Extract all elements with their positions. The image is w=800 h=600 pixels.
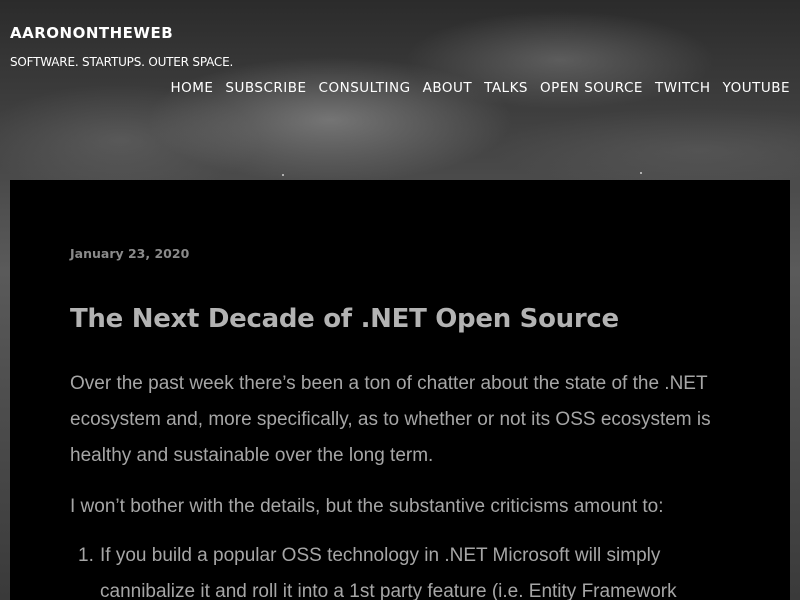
main-nav: HOME SUBSCRIBE CONSULTING ABOUT TALKS OP…	[170, 80, 790, 96]
criticisms-list: 1. If you build a popular OSS technology…	[70, 538, 730, 600]
post-paragraph: Over the past week there’s been a ton of…	[70, 373, 711, 466]
nav-consulting[interactable]: CONSULTING	[319, 80, 411, 96]
nav-about[interactable]: ABOUT	[423, 80, 473, 96]
list-item-number: 1.	[78, 545, 94, 566]
nav-home[interactable]: HOME	[170, 80, 213, 96]
post-date: January 23, 2020	[70, 246, 190, 261]
nav-open-source[interactable]: OPEN SOURCE	[540, 80, 643, 96]
nav-twitch[interactable]: TWITCH	[655, 80, 711, 96]
nav-talks[interactable]: TALKS	[484, 80, 528, 96]
post-body: Over the past week there’s been a ton of…	[70, 366, 730, 600]
post-title: The Next Decade of .NET Open Source	[70, 304, 619, 334]
list-item-text: If you build a popular OSS technology in…	[100, 545, 677, 600]
site-title-link[interactable]: AARONONTHEWEB	[10, 24, 173, 42]
list-item: 1. If you build a popular OSS technology…	[70, 538, 730, 600]
site-tagline: SOFTWARE. STARTUPS. OUTER SPACE.	[10, 55, 234, 69]
site-header: AARONONTHEWEB SOFTWARE. STARTUPS. OUTER …	[0, 0, 800, 180]
nav-youtube[interactable]: YOUTUBE	[723, 80, 790, 96]
post-paragraph: I won’t bother with the details, but the…	[70, 496, 664, 517]
article-card: January 23, 2020 The Next Decade of .NET…	[10, 180, 790, 600]
nav-subscribe[interactable]: SUBSCRIBE	[225, 80, 306, 96]
